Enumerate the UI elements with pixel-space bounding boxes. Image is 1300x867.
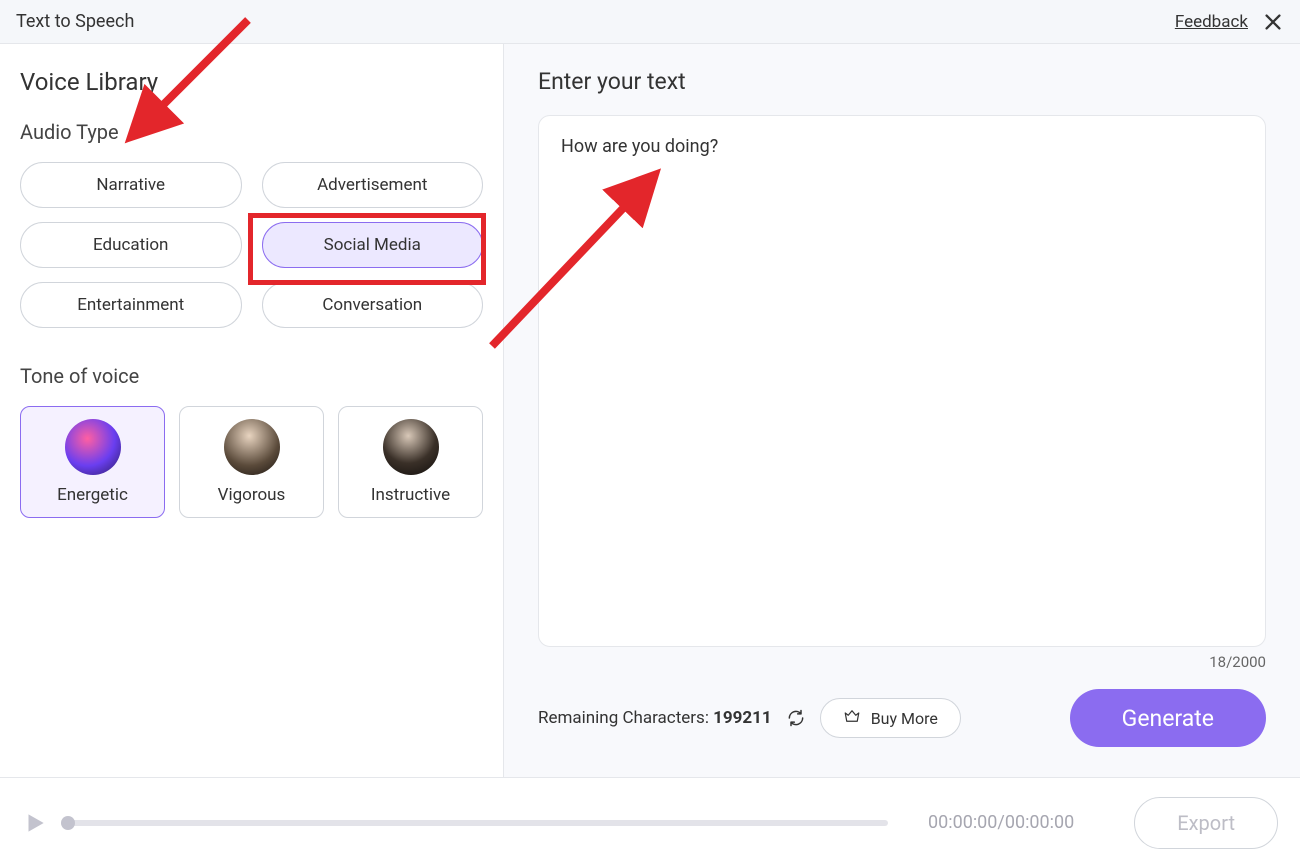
right-panel: Enter your text 18/2000 Remaining Charac…	[504, 44, 1300, 777]
audio-type-title: Audio Type	[20, 120, 483, 144]
tone-label: Energetic	[57, 485, 128, 505]
audio-type-conversation[interactable]: Conversation	[262, 282, 484, 328]
avatar	[65, 419, 121, 475]
header-actions: Feedback	[1175, 11, 1284, 33]
header-bar: Text to Speech Feedback	[0, 0, 1300, 44]
remaining-characters: Remaining Characters: 199211 Buy More	[538, 698, 961, 738]
tone-label: Instructive	[371, 485, 450, 505]
avatar	[224, 419, 280, 475]
tone-instructive[interactable]: Instructive	[338, 406, 483, 518]
progress-thumb[interactable]	[61, 816, 75, 830]
enter-text-title: Enter your text	[538, 68, 1266, 95]
tone-energetic[interactable]: Energetic	[20, 406, 165, 518]
left-panel: Voice Library Audio Type Narrative Adver…	[0, 44, 504, 777]
refresh-icon[interactable]	[786, 708, 806, 728]
audio-type-grid: Narrative Advertisement Education Social…	[20, 162, 483, 328]
audio-type-advertisement[interactable]: Advertisement	[262, 162, 484, 208]
buy-more-label: Buy More	[871, 709, 938, 728]
character-count: 18/2000	[538, 653, 1266, 671]
action-bar: Remaining Characters: 199211 Buy More Ge…	[538, 671, 1266, 777]
audio-type-education[interactable]: Education	[20, 222, 242, 268]
export-button[interactable]: Export	[1134, 797, 1278, 849]
app-title: Text to Speech	[16, 11, 134, 32]
time-display: 00:00:00/00:00:00	[928, 812, 1074, 833]
tone-grid: Energetic Vigorous Instructive	[20, 406, 483, 518]
progress-slider[interactable]	[68, 820, 888, 826]
audio-type-social-media[interactable]: Social Media	[262, 222, 484, 268]
crown-icon	[843, 707, 861, 729]
remaining-value: 199211	[713, 708, 772, 728]
generate-button[interactable]: Generate	[1070, 689, 1266, 747]
tone-vigorous[interactable]: Vigorous	[179, 406, 324, 518]
feedback-link[interactable]: Feedback	[1175, 12, 1248, 32]
play-icon[interactable]	[22, 810, 48, 836]
tone-of-voice-title: Tone of voice	[20, 364, 483, 388]
voice-library-title: Voice Library	[20, 68, 483, 96]
text-input[interactable]	[538, 115, 1266, 647]
avatar	[383, 419, 439, 475]
player-bar: 00:00:00/00:00:00 Export	[0, 777, 1300, 867]
audio-type-entertainment[interactable]: Entertainment	[20, 282, 242, 328]
remaining-label: Remaining Characters:	[538, 708, 713, 728]
close-icon[interactable]	[1262, 11, 1284, 33]
buy-more-button[interactable]: Buy More	[820, 698, 961, 738]
audio-type-narrative[interactable]: Narrative	[20, 162, 242, 208]
tone-label: Vigorous	[218, 485, 286, 505]
